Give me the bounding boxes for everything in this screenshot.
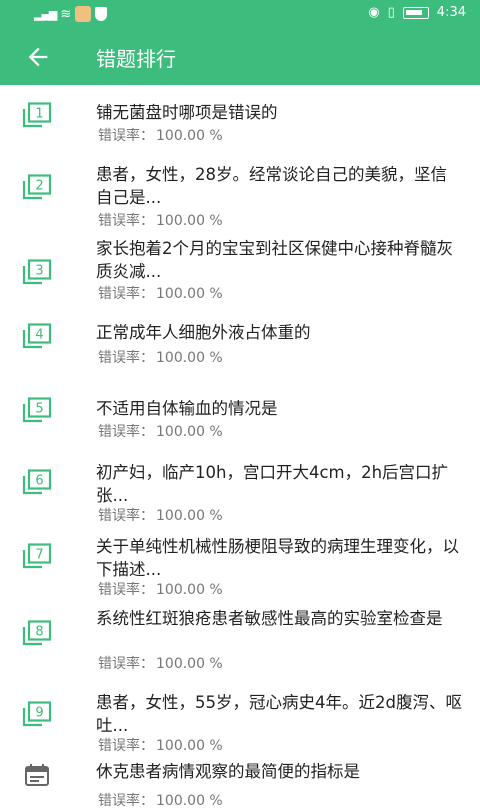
number-badge-icon: 3 <box>22 259 52 285</box>
error-rate-value: 100.00 % <box>156 793 223 809</box>
eye-icon: ◉ <box>368 5 380 20</box>
number-badge-icon: 9 <box>22 701 52 727</box>
error-rate: 错误率： 100.00 % <box>96 210 223 230</box>
svg-text:6: 6 <box>35 474 43 489</box>
svg-text:8: 8 <box>35 625 43 640</box>
svg-text:9: 9 <box>35 706 43 721</box>
question-text: 患者，女性，55岁，冠心病史4年。近2d腹泻、呕吐... <box>96 693 462 735</box>
error-rate-value: 100.00 % <box>156 350 223 366</box>
list-item[interactable]: 4 正常成年人细胞外液占体重的 错误率： 100.00 % <box>0 315 480 389</box>
error-rate-label: 错误率： <box>98 286 154 302</box>
question-text: 正常成年人细胞外液占体重的 <box>96 323 311 342</box>
svg-text:7: 7 <box>35 548 43 563</box>
error-rate-label: 错误率： <box>98 424 154 440</box>
number-badge-icon: 2 <box>22 174 52 200</box>
error-rate-label: 错误率： <box>98 213 154 229</box>
list-item[interactable]: 2 患者，女性，28岁。经常谈论自己的美貌，坚信自己是... 错误率： 100.00… <box>0 147 480 235</box>
error-rate-value: 100.00 % <box>156 424 223 440</box>
svg-text:2: 2 <box>35 179 43 194</box>
error-rate-label: 错误率： <box>98 793 154 809</box>
error-rate-value: 100.00 % <box>156 508 223 524</box>
number-badge-icon: 4 <box>22 323 52 349</box>
shield-icon <box>95 7 108 21</box>
list-item[interactable]: 9 患者，女性，55岁，冠心病史4年。近2d腹泻、呕吐... 错误率： 100.00… <box>0 693 480 763</box>
question-text: 关于单纯性机械性肠梗阻导致的病理生理变化，以下描述... <box>96 537 459 579</box>
app-notification-icon <box>75 6 92 22</box>
app-header: 错题排行 <box>0 28 480 85</box>
error-rate-label: 错误率： <box>98 128 154 144</box>
back-arrow-icon[interactable] <box>24 43 52 71</box>
question-text: 系统性红斑狼疮患者敏感性最高的实验室检查是 <box>96 609 443 628</box>
error-rate: 错误率： 100.00 % <box>96 579 223 599</box>
error-rate-value: 100.00 % <box>156 213 223 229</box>
number-badge-icon: 7 <box>22 543 52 569</box>
question-text: 休克患者病情观察的最简便的指标是 <box>96 762 360 781</box>
error-rate: 错误率： 100.00 % <box>96 283 223 303</box>
signal-icon: ▂▄▆ <box>34 7 57 21</box>
error-rate-label: 错误率： <box>98 350 154 366</box>
error-rate-label: 错误率： <box>98 508 154 524</box>
svg-text:3: 3 <box>35 264 43 279</box>
error-rate: 错误率： 100.00 % <box>96 125 223 145</box>
question-text: 患者，女性，28岁。经常谈论自己的美貌，坚信自己是... <box>96 165 447 207</box>
question-text: 家长抱着2个月的宝宝到社区保健中心接种脊髓灰质炎减... <box>96 239 453 281</box>
status-time: 4:34 <box>436 5 466 20</box>
error-rate: 错误率： 100.00 % <box>96 505 223 525</box>
error-rate: 错误率： 100.00 % <box>96 421 223 441</box>
status-bar: ▂▄▆ ≋ ◉ ▯ 4:34 <box>0 0 480 28</box>
list-item[interactable]: 3 家长抱着2个月的宝宝到社区保健中心接种脊髓灰质炎减... 错误率： 100.00… <box>0 235 480 315</box>
error-rate-value: 100.00 % <box>156 738 223 754</box>
list-item[interactable]: 5 不适用自体输血的情况是 错误率： 100.00 % <box>0 389 480 465</box>
error-rate: 错误率： 100.00 % <box>96 653 223 673</box>
wifi-icon: ≋ <box>60 6 72 22</box>
list-item[interactable]: 7 关于单纯性机械性肠梗阻导致的病理生理变化，以下描述... 错误率： 100.00… <box>0 535 480 615</box>
error-rate-value: 100.00 % <box>156 128 223 144</box>
svg-text:4: 4 <box>35 328 43 343</box>
error-rate: 错误率： 100.00 % <box>96 790 223 810</box>
question-text: 初产妇，临产10h，宫口开大4cm，2h后宫口扩张... <box>96 463 449 505</box>
error-rate-label: 错误率： <box>98 656 154 672</box>
error-rate: 错误率： 100.00 % <box>96 347 223 367</box>
vibrate-icon: ▯ <box>387 5 395 20</box>
calendar-icon <box>25 764 49 786</box>
list-item[interactable]: 6 初产妇，临产10h，宫口开大4cm，2h后宫口扩张... 错误率： 100.00… <box>0 463 480 535</box>
question-text: 铺无菌盘时哪项是错误的 <box>96 103 278 122</box>
error-rate-label: 错误率： <box>98 738 154 754</box>
question-text: 不适用自体输血的情况是 <box>96 399 278 418</box>
error-rate-value: 100.00 % <box>156 582 223 598</box>
list-item[interactable]: 1 铺无菌盘时哪项是错误的 错误率： 100.00 % <box>0 85 480 147</box>
error-rate-value: 100.00 % <box>156 656 223 672</box>
svg-text:1: 1 <box>35 107 43 122</box>
error-rate-value: 100.00 % <box>156 286 223 302</box>
list-item[interactable]: 休克患者病情观察的最简便的指标是 错误率： 100.00 % <box>0 762 480 809</box>
battery-icon <box>402 6 429 19</box>
number-badge-icon: 6 <box>22 469 52 495</box>
error-rate-label: 错误率： <box>98 582 154 598</box>
number-badge-icon: 1 <box>22 102 52 128</box>
page-title: 错题排行 <box>96 47 176 71</box>
number-badge-icon: 5 <box>22 397 52 423</box>
error-rate: 错误率： 100.00 % <box>96 735 223 755</box>
number-badge-icon: 8 <box>22 620 52 646</box>
list-item[interactable]: 8 系统性红斑狼疮患者敏感性最高的实验室检查是 错误率： 100.00 % <box>0 609 480 695</box>
svg-text:5: 5 <box>35 402 43 417</box>
